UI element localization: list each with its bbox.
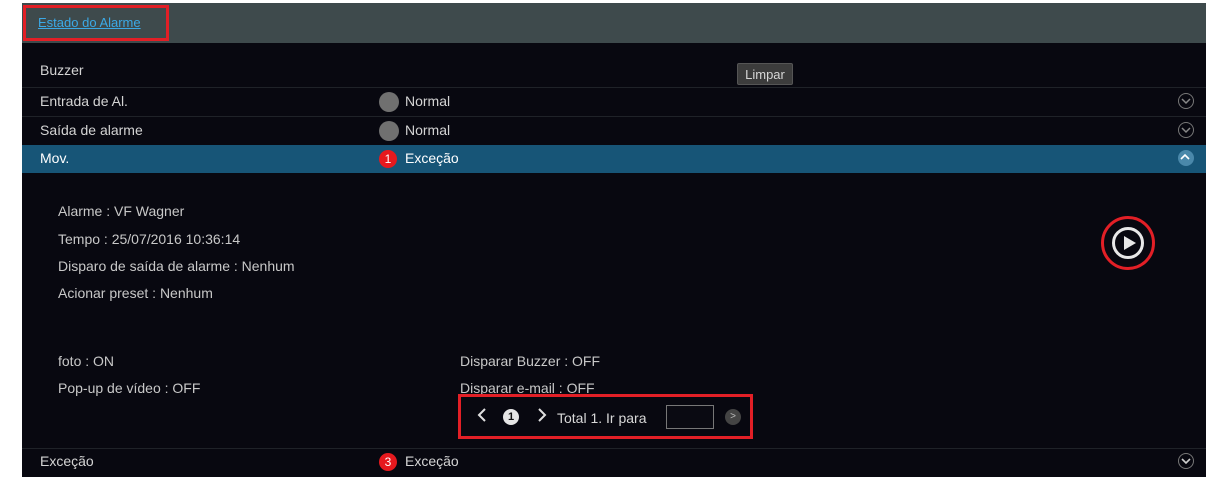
play-icon[interactable]	[1112, 227, 1144, 259]
chevron-right-icon[interactable]	[537, 407, 547, 428]
detail-trigger-output: Disparo de saída de alarme : Nenhum	[58, 258, 295, 274]
row-label: Mov.	[40, 150, 70, 166]
row-alarm-output[interactable]: Saída de alarme Normal	[22, 117, 1206, 145]
chevron-down-icon[interactable]	[1178, 93, 1194, 109]
title-tab[interactable]: Estado do Alarme	[23, 5, 169, 41]
row-status: Normal	[405, 93, 451, 109]
row-status: Normal	[405, 122, 451, 138]
row-label: Entrada de Al.	[40, 93, 128, 109]
page-number[interactable]: 1	[503, 409, 519, 425]
play-highlight	[1101, 216, 1155, 270]
detail-photo: foto : ON	[58, 353, 115, 369]
row-motion[interactable]: Mov. 1 Exceção	[22, 145, 1206, 173]
chevron-left-icon[interactable]	[477, 407, 487, 428]
chevron-up-icon[interactable]	[1178, 150, 1194, 166]
detail-time: Tempo : 25/07/2016 10:36:14	[58, 231, 241, 247]
header-bar	[22, 3, 1206, 43]
pager-total-text: Total 1. Ir para	[557, 410, 647, 426]
detail-alarm: Alarme : VF Wagner	[58, 203, 185, 219]
row-label: Buzzer	[40, 62, 84, 78]
count-badge: 1	[379, 150, 397, 168]
chevron-down-icon[interactable]	[1178, 453, 1194, 469]
count-badge: 3	[379, 453, 397, 471]
row-exception[interactable]: Exceção 3 Exceção	[22, 448, 1206, 476]
clear-button[interactable]: Limpar	[737, 63, 793, 85]
status-dot-icon	[379, 92, 399, 112]
alarm-status-panel: Buzzer Limpar Entrada de Al. Normal Saíd…	[22, 43, 1206, 477]
detail-buzzer: Disparar Buzzer : OFF	[460, 353, 601, 369]
chevron-down-icon[interactable]	[1178, 122, 1194, 138]
row-buzzer: Buzzer	[22, 57, 1206, 85]
go-icon[interactable]: >	[725, 409, 741, 425]
row-status: Exceção	[405, 150, 459, 166]
detail-popup: Pop-up de vídeo : OFF	[58, 380, 201, 396]
row-status: Exceção	[405, 453, 459, 469]
row-label: Saída de alarme	[40, 122, 143, 138]
detail-preset: Acionar preset : Nenhum	[58, 285, 213, 301]
row-alarm-input[interactable]: Entrada de Al. Normal	[22, 88, 1206, 116]
row-label: Exceção	[40, 453, 94, 469]
page-jump-input[interactable]	[666, 405, 714, 429]
page-title[interactable]: Estado do Alarme	[38, 15, 141, 30]
status-dot-icon	[379, 121, 399, 141]
window: Estado do Alarme Buzzer Limpar Entrada d…	[0, 0, 1206, 477]
pagination: 1 Total 1. Ir para >	[458, 394, 753, 439]
